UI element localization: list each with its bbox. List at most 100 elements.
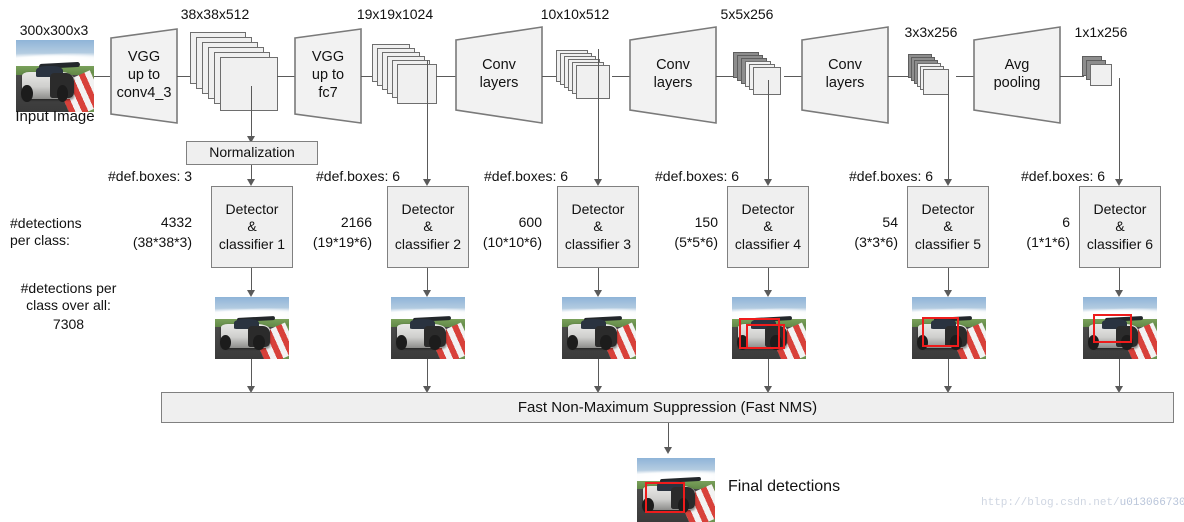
final-detections-thumbnail xyxy=(637,458,715,522)
block-vgg-conv4_3-shape xyxy=(110,28,178,124)
det6-formula: (1*1*6) xyxy=(1026,234,1070,250)
fm1-sheet-1 xyxy=(220,57,278,111)
connector-thumb5-to-nms xyxy=(948,359,949,388)
fm4-sheet-1 xyxy=(753,67,781,95)
final-detections-label: Final detections xyxy=(728,478,841,495)
connector-conv2-to-fm4 xyxy=(716,76,734,77)
detector-classifier-3[interactable]: Detector & classifier 3 xyxy=(557,186,639,268)
detector-3-result-thumbnail xyxy=(562,297,636,359)
input-image-caption: Input Image xyxy=(15,108,95,125)
watermark-user-text: u013066730 xyxy=(1119,497,1184,509)
input-image-thumbnail xyxy=(16,40,94,112)
block-avg-pooling[interactable]: Avg pooling xyxy=(973,26,1061,124)
branch-fm2-down xyxy=(427,60,428,181)
connector-nms-to-final-arrow xyxy=(664,447,672,454)
normalization-label: Normalization xyxy=(209,144,295,161)
det4-defboxes-label: #def.boxes: 6 xyxy=(655,168,740,184)
branch-fm6-down xyxy=(1119,78,1120,181)
det1-count: 4332 xyxy=(160,214,192,230)
det5-count: 54 xyxy=(882,214,898,230)
connector-det4-to-thumb4-arrow xyxy=(764,290,772,297)
connector-nms-to-final xyxy=(668,423,669,449)
connector-norm-to-det1-arrow xyxy=(247,179,255,186)
feature-map-5-shape-label: 3x3x256 xyxy=(904,24,958,40)
connector-thumb1-to-nms xyxy=(251,359,252,388)
connector-det6-to-thumb6 xyxy=(1119,268,1120,292)
branch-fm1-down xyxy=(251,86,252,138)
detector-1-result-thumbnail xyxy=(215,297,289,359)
ssd-architecture-diagram: 300x300x3 Input Image VGG up to conv4_3 … xyxy=(0,0,1184,522)
detector-classifier-1[interactable]: Detector & classifier 1 xyxy=(211,186,293,268)
det5-formula: (3*3*6) xyxy=(854,234,898,250)
feature-map-1-shape-label: 38x38x512 xyxy=(180,6,250,22)
connector-thumb4-to-nms xyxy=(768,359,769,388)
connector-det1-to-thumb1 xyxy=(251,268,252,292)
branch-fm6-arrow xyxy=(1115,179,1123,186)
thumb-car-wheel-rear xyxy=(56,84,69,102)
connector-input-to-vgg1 xyxy=(94,76,110,77)
detector-classifier-1-label: Detector & classifier 1 xyxy=(218,200,286,252)
branch-fm4-down xyxy=(768,80,769,181)
block-conv-layers-2-shape xyxy=(629,26,717,124)
detections-per-class-label: #detections per class: xyxy=(10,215,82,248)
block-vgg-fc7[interactable]: VGG up to fc7 xyxy=(294,28,362,124)
block-avg-pooling-shape xyxy=(973,26,1061,124)
branch-fm5-down xyxy=(948,80,949,181)
connector-thumb6-to-nms xyxy=(1119,359,1120,388)
detector-classifier-6-label: Detector & classifier 6 xyxy=(1086,200,1154,252)
connector-det1-to-thumb1-arrow xyxy=(247,290,255,297)
block-conv-layers-2[interactable]: Conv layers xyxy=(629,26,717,124)
feature-map-2-stack xyxy=(372,44,442,110)
block-conv-layers-3[interactable]: Conv layers xyxy=(801,26,889,124)
det1-defboxes-label: #def.boxes: 3 xyxy=(108,168,193,184)
fm5-sheet-1 xyxy=(923,69,949,95)
detector-classifier-5[interactable]: Detector & classifier 5 xyxy=(907,186,989,268)
feature-map-1-stack xyxy=(190,32,282,112)
connector-det5-to-thumb5-arrow xyxy=(944,290,952,297)
detector-classifier-6[interactable]: Detector & classifier 6 xyxy=(1079,186,1161,268)
connector-fm3-to-conv2 xyxy=(612,76,630,77)
block-conv-layers-1[interactable]: Conv layers xyxy=(455,26,543,124)
detector-classifier-2-label: Detector & classifier 2 xyxy=(394,200,462,252)
connector-det3-to-thumb3-arrow xyxy=(594,290,602,297)
connector-det2-to-thumb2 xyxy=(427,268,428,292)
feature-map-4-stack xyxy=(733,52,789,102)
detector-classifier-4[interactable]: Detector & classifier 4 xyxy=(727,186,809,268)
t5-detection-box-1 xyxy=(922,317,960,348)
connector-thumb3-to-nms xyxy=(598,359,599,388)
detector-6-result-thumbnail xyxy=(1083,297,1157,359)
watermark-url-text: http://blog.csdn.net/ xyxy=(981,497,1120,509)
detector-5-result-thumbnail xyxy=(912,297,986,359)
connector-fm2-to-conv1 xyxy=(436,76,456,77)
connector-fm1-to-vgg2 xyxy=(277,76,295,77)
det2-count: 2166 xyxy=(340,214,372,230)
det6-count: 6 xyxy=(1062,214,1070,230)
normalization-box[interactable]: Normalization xyxy=(186,141,318,165)
connector-det4-to-thumb4 xyxy=(768,268,769,292)
connector-fm4-to-conv3 xyxy=(784,76,802,77)
t6-detection-box-1 xyxy=(1093,314,1132,343)
detector-classifier-3-label: Detector & classifier 3 xyxy=(564,200,632,252)
feature-map-5-stack xyxy=(908,54,960,100)
branch-fm4-arrow xyxy=(764,179,772,186)
connector-det5-to-thumb5 xyxy=(948,268,949,292)
connector-fm5-to-avgpool xyxy=(956,76,974,77)
feature-map-6-cube xyxy=(1082,56,1122,96)
block-vgg-conv4_3[interactable]: VGG up to conv4_3 xyxy=(110,28,178,124)
t2-car-wheel-rear xyxy=(429,335,441,351)
connector-thumb2-to-nms xyxy=(427,359,428,388)
branch-fm3-down xyxy=(598,49,599,181)
connector-det3-to-thumb3 xyxy=(598,268,599,292)
input-shape-label: 300x300x3 xyxy=(19,22,89,38)
block-conv-layers-3-shape xyxy=(801,26,889,124)
det3-defboxes-label: #def.boxes: 6 xyxy=(484,168,569,184)
detector-classifier-2[interactable]: Detector & classifier 2 xyxy=(387,186,469,268)
det1-formula: (38*38*3) xyxy=(132,234,192,250)
detections-over-all-value: 7308 xyxy=(52,316,85,332)
connector-det2-to-thumb2-arrow xyxy=(423,290,431,297)
detections-over-all-label: #detections per class over all: xyxy=(20,280,117,313)
fast-nms-bar[interactable]: Fast Non-Maximum Suppression (Fast NMS) xyxy=(161,392,1174,423)
t3-car-wheel-rear xyxy=(600,335,612,351)
detector-2-result-thumbnail xyxy=(391,297,465,359)
tf-detection-box-1 xyxy=(644,482,686,514)
